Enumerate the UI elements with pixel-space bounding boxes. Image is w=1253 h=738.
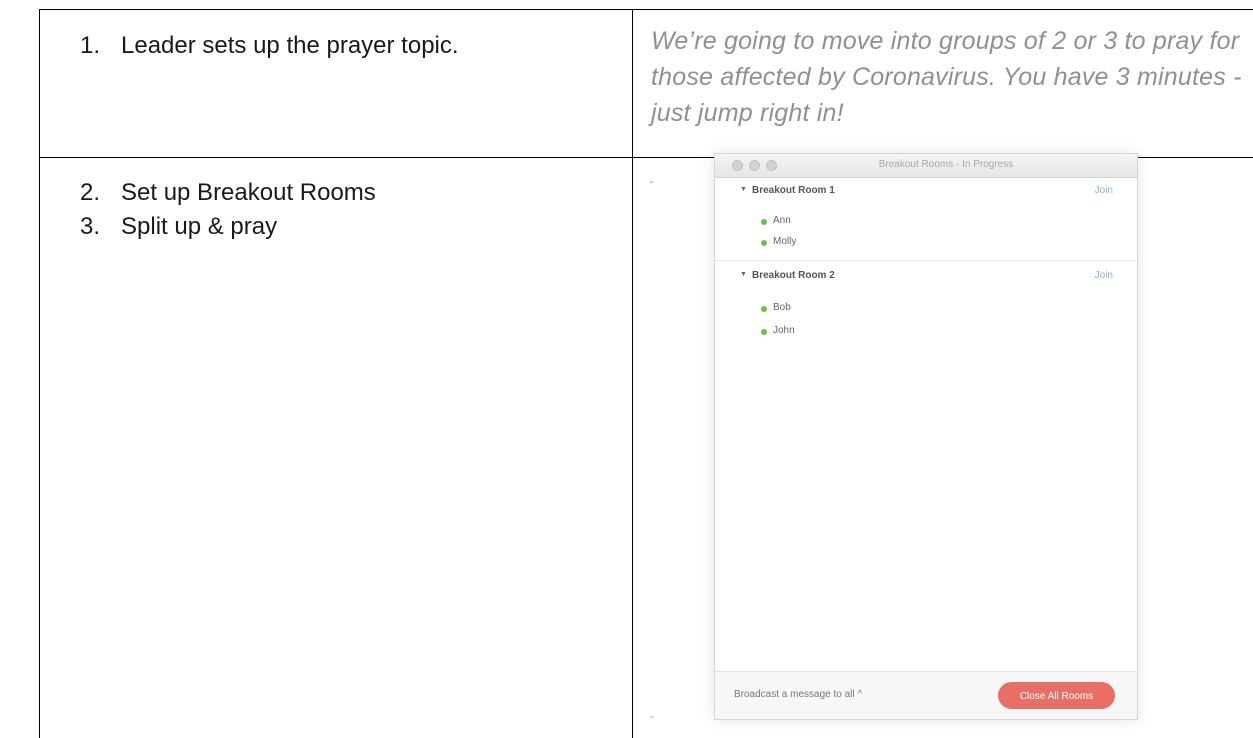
breakout-room-header[interactable]: ▼ Breakout Room 2 Join xyxy=(715,265,1137,287)
close-all-rooms-button[interactable]: Close All Rooms xyxy=(998,682,1115,709)
scan-artifact xyxy=(650,716,653,718)
chevron-down-icon[interactable]: ▼ xyxy=(740,271,747,278)
join-room-link[interactable]: Join xyxy=(1095,270,1113,281)
step-number: 3. xyxy=(80,213,101,240)
step-text: Split up & pray xyxy=(121,213,278,240)
scan-artifact xyxy=(650,181,653,183)
room-name: Breakout Room 2 xyxy=(752,270,835,281)
member-name: Molly xyxy=(773,236,797,247)
row1-steps: 1. Leader sets up the prayer topic. xyxy=(80,29,459,63)
prayer-topic-script: We’re going to move into groups of 2 or … xyxy=(651,27,1242,127)
join-room-link[interactable]: Join xyxy=(1095,185,1113,196)
row2-steps: 2. Set up Breakout Rooms 3. Split up & p… xyxy=(80,176,376,244)
broadcast-message-button[interactable]: Broadcast a message to all ^ xyxy=(734,689,862,700)
room-name: Breakout Room 1 xyxy=(752,185,835,196)
online-status-icon xyxy=(761,306,767,312)
step-number: 2. xyxy=(80,179,101,206)
room-divider xyxy=(715,260,1137,261)
window-title: Breakout Rooms - In Progress xyxy=(878,159,1014,170)
table-column-divider xyxy=(632,9,633,738)
chevron-down-icon[interactable]: ▼ xyxy=(740,186,747,193)
step-number: 1. xyxy=(80,32,101,59)
list-item: 3. Split up & pray xyxy=(80,210,376,244)
member-name: Bob xyxy=(773,302,791,313)
table-border-top xyxy=(39,9,1253,10)
member-name: John xyxy=(773,325,795,336)
online-status-icon xyxy=(761,219,767,225)
online-status-icon xyxy=(761,329,767,335)
breakout-rooms-window: Breakout Rooms - In Progress ▼ Breakout … xyxy=(714,153,1138,720)
list-item: 1. Leader sets up the prayer topic. xyxy=(80,29,459,63)
step-text: Leader sets up the prayer topic. xyxy=(121,32,459,59)
step-text: Set up Breakout Rooms xyxy=(121,179,376,206)
member-name: Ann xyxy=(773,215,791,226)
table-border-left xyxy=(39,9,40,738)
breakout-room-header[interactable]: ▼ Breakout Room 1 Join xyxy=(715,180,1137,202)
list-item: 2. Set up Breakout Rooms xyxy=(80,176,376,210)
window-footer: Broadcast a message to all ^ Close All R… xyxy=(715,671,1137,719)
online-status-icon xyxy=(761,240,767,246)
window-titlebar: Breakout Rooms - In Progress xyxy=(715,154,1137,178)
